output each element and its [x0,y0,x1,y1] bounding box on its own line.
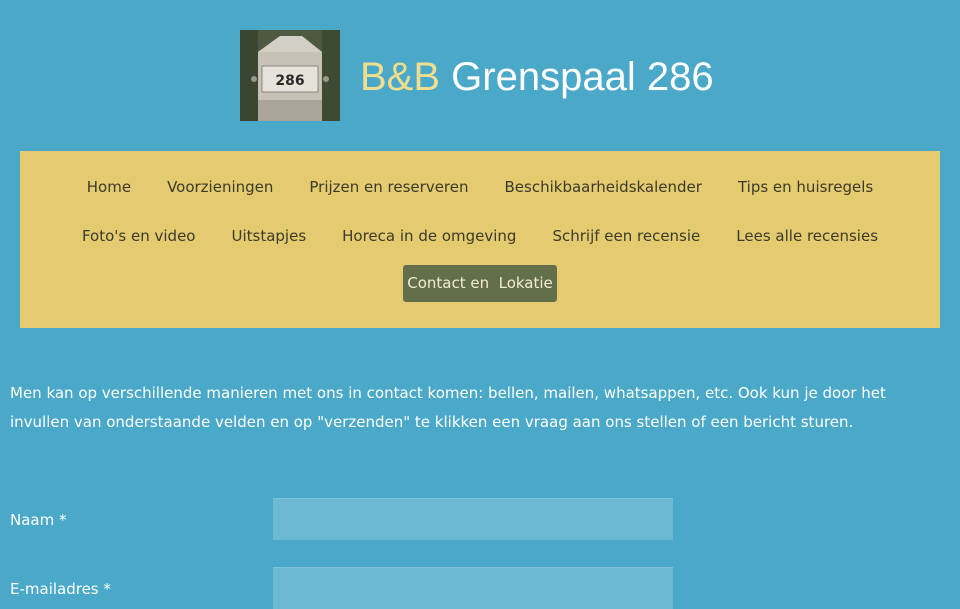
nav-item-schrijf-recensie[interactable]: Schrijf een recensie [534,226,718,246]
nav-item-contact-active[interactable]: Contact en Lokatie [403,265,557,302]
nav-item-horeca[interactable]: Horeca in de omgeving [324,226,534,246]
site-title[interactable]: B&B Grenspaal 286 [360,53,714,101]
site-title-name: Grenspaal 286 [451,55,714,99]
email-label: E-mailadres * [10,580,111,598]
intro-text: Men kan op verschillende manieren met on… [10,384,886,431]
nav-item-beschikbaarheid[interactable]: Beschikbaarheidskalender [487,177,720,197]
name-field[interactable] [273,498,673,540]
email-field[interactable] [273,567,673,609]
nav-item-prijzen[interactable]: Prijzen en reserveren [291,177,486,197]
nav-item-home[interactable]: Home [69,177,149,197]
logo-number: 286 [275,73,304,89]
nav-row-2: Foto's en video Uitstapjes Horeca in de … [20,226,940,246]
nav-row-1: Home Voorzieningen Prijzen en reserveren… [20,177,940,197]
nav-item-fotos[interactable]: Foto's en video [64,226,214,246]
nav-item-voorzieningen[interactable]: Voorzieningen [149,177,291,197]
nav-item-lees-recensies[interactable]: Lees alle recensies [718,226,896,246]
logo-image[interactable]: 286 [240,30,340,121]
main-navigation: Home Voorzieningen Prijzen en reserveren… [20,151,940,328]
name-label: Naam * [10,511,67,529]
nav-item-tips[interactable]: Tips en huisregels [720,177,891,197]
nav-item-uitstapjes[interactable]: Uitstapjes [213,226,324,246]
site-title-prefix: B&B [360,55,441,99]
site-header: 286 B&B Grenspaal 286 [0,0,960,140]
